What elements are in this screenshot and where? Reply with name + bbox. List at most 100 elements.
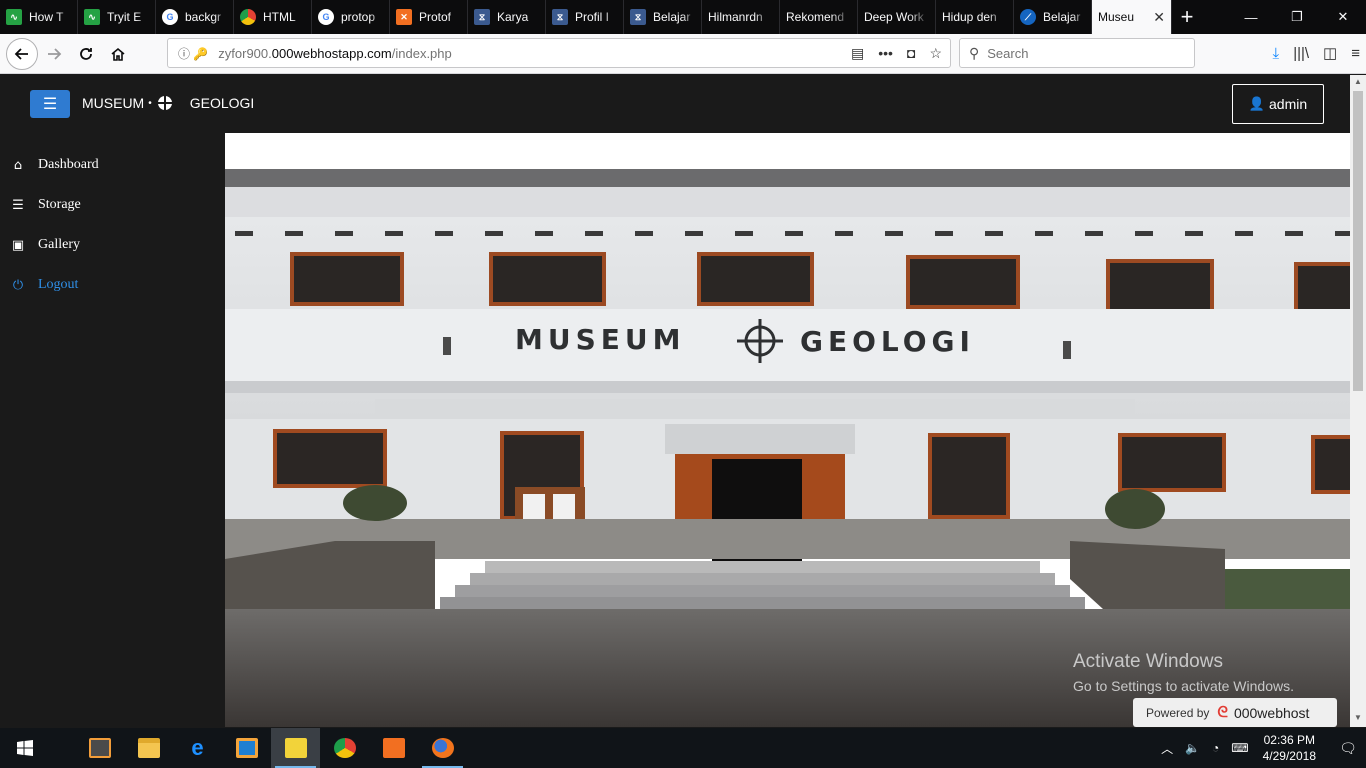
main-content: MUSEUM GEOLOGI (225, 133, 1350, 727)
browser-tab[interactable]: ✕ Protof (390, 0, 468, 34)
dot-icon: • (148, 97, 152, 109)
wifi-icon[interactable]: ◔ (1212, 741, 1219, 755)
chrome-icon (333, 738, 356, 758)
browser-tab[interactable]: ∿ How T (0, 0, 78, 34)
sidebar-item-dashboard[interactable]: ⌂ Dashboard (0, 145, 225, 185)
address-actions: ▤ ••• ◘ ☆ (851, 39, 942, 67)
webhost-logo-icon: ᘓ (1217, 704, 1228, 721)
museum-building-photo: MUSEUM GEOLOGI (225, 169, 1350, 727)
search-bar[interactable]: ⚲ Search (959, 38, 1195, 68)
sidebar-item-gallery[interactable]: ▣ Gallery (0, 225, 225, 265)
site-info-icon[interactable]: ⓘ 🔑 (178, 45, 208, 62)
taskbar-file-explorer[interactable] (124, 728, 173, 768)
host-brand-label: 000webhost (1233, 704, 1310, 721)
arrow-right-icon (48, 47, 62, 60)
browser-nav-bar: ⓘ 🔑 zyfor900.000webhostapp.com/index.php… (0, 34, 1366, 74)
site-icon: ∿ (84, 9, 100, 25)
url-path: /index.php (391, 45, 452, 61)
taskbar-sublime-text[interactable] (75, 728, 124, 768)
search-placeholder: Search (987, 45, 1029, 61)
minimize-icon[interactable]: — (1228, 0, 1274, 34)
activate-windows-watermark: Activate Windows Go to Settings to activ… (1073, 651, 1294, 694)
start-button[interactable] (0, 728, 49, 768)
keyboard-icon[interactable]: ⌨ (1231, 741, 1248, 755)
xampp-icon: ✕ (396, 9, 412, 25)
sidebar-item-storage[interactable]: ☰ Storage (0, 185, 225, 225)
url-text: zyfor900.000webhostapp.com/index.php (218, 46, 451, 61)
browser-tab[interactable]: ⧖ Profil I (546, 0, 624, 34)
clock-date: 4/29/2018 (1262, 749, 1316, 763)
hamburger-menu-icon[interactable]: ≡ (1351, 45, 1360, 62)
download-icon[interactable]: ⤓ (1273, 45, 1280, 62)
scroll-down-icon[interactable]: ▼ (1350, 713, 1366, 727)
browser-tab[interactable]: ⟋ Belajar (1014, 0, 1092, 34)
powered-by-badge[interactable]: Powered by ᘓ 000webhost (1133, 698, 1337, 727)
taskbar-media-player[interactable] (222, 728, 271, 768)
browser-tab[interactable]: Deep Work (858, 0, 936, 34)
new-tab-button[interactable]: + (1172, 0, 1202, 34)
sidebar-toggle-icon[interactable]: ◫ (1323, 44, 1337, 62)
page-actions-icon[interactable]: ••• (878, 45, 893, 61)
powered-by-label: Powered by (1146, 705, 1210, 720)
browser-tab[interactable]: Hilmanrdn (702, 0, 780, 34)
reader-view-icon[interactable]: ▤ (851, 45, 864, 62)
site-icon: ⧖ (474, 9, 490, 25)
media-player-icon (235, 738, 258, 758)
url-prefix: zyfor900. (218, 45, 272, 61)
forward-button[interactable] (38, 38, 70, 70)
app-icon (284, 738, 307, 758)
browser-tab[interactable]: ∿ Tryit E (78, 0, 156, 34)
browser-tab-active[interactable]: Museu ✕ (1092, 0, 1172, 34)
taskbar-firefox[interactable] (418, 728, 467, 768)
google-icon: G (318, 9, 334, 25)
geology-logo-icon (153, 92, 176, 114)
list-icon: ☰ (12, 197, 24, 213)
site-brand[interactable]: MUSEUM • GEOLOGI (82, 92, 254, 114)
browser-tab[interactable]: ⧖ Karya (468, 0, 546, 34)
page-scrollbar[interactable]: ▲ ▼ (1350, 75, 1366, 727)
back-button[interactable] (6, 37, 38, 70)
window-controls: — ❐ ✕ (1228, 0, 1366, 34)
windows-logo-icon (16, 740, 33, 756)
xampp-icon (382, 738, 405, 758)
sidebar-item-label: Storage (38, 197, 81, 212)
address-bar[interactable]: ⓘ 🔑 zyfor900.000webhostapp.com/index.php… (167, 38, 951, 68)
clock[interactable]: 02:36 PM 4/29/2018 (1263, 732, 1316, 764)
folder-icon (137, 738, 160, 758)
show-hidden-icons-icon[interactable]: ︿ (1161, 740, 1173, 757)
admin-user-button[interactable]: 👤 admin (1232, 84, 1324, 124)
library-icon[interactable]: |||\ (1293, 45, 1309, 62)
chrome-icon (240, 9, 256, 25)
taskbar-xampp[interactable] (369, 728, 418, 768)
site-icon: ⧖ (552, 9, 568, 25)
browser-tab[interactable]: Hidup den (936, 0, 1014, 34)
home-button[interactable] (102, 38, 134, 70)
menu-toggle-button[interactable]: ☰ (30, 90, 70, 118)
close-tab-icon[interactable]: ✕ (1153, 9, 1165, 26)
sidebar-item-logout[interactable]: ⏻ Logout (0, 265, 225, 305)
notifications-icon[interactable]: 🗨 (1330, 740, 1366, 757)
reload-button[interactable] (70, 38, 102, 70)
maximize-icon[interactable]: ❐ (1274, 0, 1320, 34)
taskbar-edge[interactable]: e (173, 728, 222, 768)
scroll-up-icon[interactable]: ▲ (1350, 77, 1366, 91)
site-icon: ∿ (6, 9, 22, 25)
pocket-icon[interactable]: ◘ (907, 45, 915, 61)
site-icon: ⟋ (1020, 9, 1036, 25)
bookmark-star-icon[interactable]: ☆ (929, 45, 942, 62)
volume-icon[interactable]: 🔈 (1185, 741, 1200, 755)
taskbar-chrome[interactable] (320, 728, 369, 768)
sidebar-nav: ⌂ Dashboard ☰ Storage ▣ Gallery ⏻ Logout (0, 133, 225, 727)
browser-tab[interactable]: Gbackgr (156, 0, 234, 34)
browser-tab[interactable]: Gprotop (312, 0, 390, 34)
close-window-icon[interactable]: ✕ (1320, 0, 1366, 34)
scrollbar-thumb[interactable] (1353, 91, 1363, 391)
browser-tab[interactable]: HTML (234, 0, 312, 34)
url-host: 000webhostapp.com (271, 45, 392, 61)
taskbar-app-active[interactable] (271, 728, 320, 768)
activate-subtitle: Go to Settings to activate Windows. (1073, 678, 1294, 694)
admin-label: admin (1269, 96, 1308, 112)
browser-tab[interactable]: Rekomend (780, 0, 858, 34)
browser-tab[interactable]: ⧖ Belajar (624, 0, 702, 34)
home-icon (111, 47, 125, 61)
